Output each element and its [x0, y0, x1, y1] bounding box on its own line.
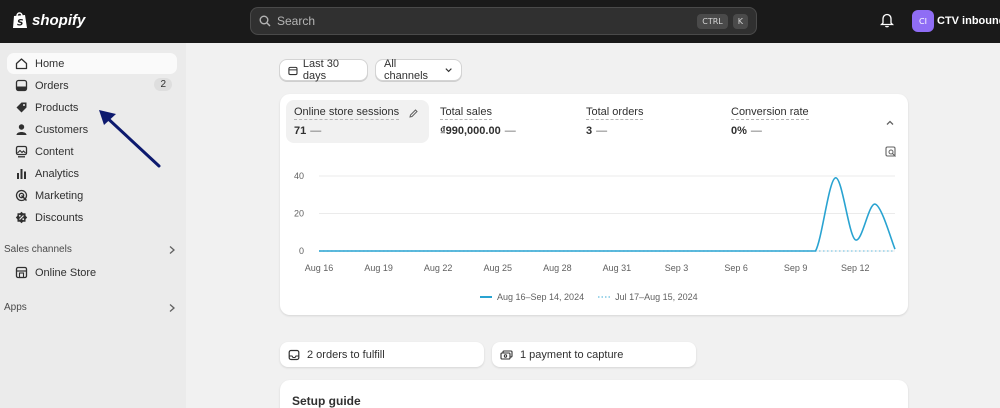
x-tick-label: Aug 28 — [543, 263, 572, 273]
sidebar-item-label: Discounts — [35, 211, 84, 224]
sidebar-item-label: Home — [35, 57, 65, 70]
home-icon — [15, 57, 28, 70]
chart-legend: Aug 16–Sep 14, 2024 Jul 17–Aug 15, 2024 — [480, 292, 698, 302]
chevron-right-icon — [169, 245, 175, 254]
shortcut-key-ctrl: CTRL — [697, 13, 728, 29]
search-icon — [259, 15, 271, 27]
bar-chart-icon — [15, 167, 28, 180]
orders-to-fulfill-button[interactable]: 2 orders to fulfill — [280, 342, 484, 367]
store-name[interactable]: CTV inbound — [937, 15, 1000, 27]
apps-section[interactable]: Apps — [4, 302, 176, 313]
discount-icon — [15, 211, 28, 224]
chevron-down-icon — [445, 68, 452, 73]
sales-channels-heading: Sales channels — [4, 244, 72, 255]
x-tick-label: Sep 6 — [724, 263, 748, 273]
sidebar-item-label: Customers — [35, 123, 89, 136]
notifications-bell-icon[interactable] — [879, 13, 895, 31]
date-range-label: Last 30 days — [302, 58, 339, 82]
analytics-card: Online store sessions 71— Total sales ₫9… — [280, 94, 908, 315]
sessions-line-chart: 40 20 0Aug 16 Aug 19 Aug 22 Aug 25 Aug 28 Aug 3… — [294, 171, 896, 273]
apps-heading: Apps — [4, 302, 27, 313]
x-tick-label: Aug 22 — [424, 263, 453, 273]
chevron-right-icon — [169, 303, 175, 312]
sidebar-item-marketing[interactable]: Marketing — [7, 185, 177, 206]
target-icon — [15, 189, 28, 202]
x-tick-label: Sep 9 — [784, 263, 808, 273]
sidebar-item-label: Online Store — [35, 266, 97, 279]
avatar[interactable]: CI — [912, 10, 934, 32]
search-input[interactable]: Search CTRL K — [250, 7, 757, 35]
top-bar: S shopify Search CTRL K CI CTV inbound — [0, 0, 1000, 43]
shopify-logo[interactable]: S shopify — [12, 11, 85, 29]
shortcut-key-k: K — [732, 13, 748, 29]
series-current-line — [319, 177, 896, 252]
legend-current: Aug 16–Sep 14, 2024 — [480, 292, 584, 302]
person-icon — [15, 123, 28, 136]
legend-previous: Jul 17–Aug 15, 2024 — [598, 292, 698, 302]
sidebar-item-label: Orders — [35, 79, 69, 92]
payment-label: 1 payment to capture — [520, 348, 624, 361]
store-icon — [15, 266, 28, 279]
sidebar-item-discounts[interactable]: Discounts — [7, 207, 177, 228]
payment-to-capture-button[interactable]: 1 payment to capture — [492, 342, 696, 367]
x-tick-label: Aug 31 — [603, 263, 632, 273]
sidebar-item-online-store[interactable]: Online Store — [7, 262, 177, 283]
sidebar-item-label: Products — [35, 101, 79, 114]
x-tick-label: Sep 12 — [841, 263, 870, 273]
sidebar-item-orders[interactable]: Orders 2 — [7, 75, 177, 96]
sales-channels-section[interactable]: Sales channels — [4, 244, 176, 255]
shopify-bag-icon: S — [13, 12, 27, 29]
y-tick-label: 0 — [299, 246, 304, 256]
legend-previous-label: Jul 17–Aug 15, 2024 — [615, 292, 698, 302]
inbox-icon — [288, 349, 300, 360]
setup-guide-title: Setup guide — [292, 394, 361, 408]
y-tick-label: 20 — [294, 209, 304, 219]
calendar-icon — [288, 66, 298, 75]
channels-dropdown[interactable]: All channels — [375, 58, 462, 82]
sidebar-item-label: Analytics — [35, 167, 80, 180]
tag-icon — [15, 101, 28, 114]
date-range-button[interactable]: Last 30 days — [279, 58, 368, 82]
y-tick-label: 40 — [294, 171, 304, 181]
sidebar-item-label: Marketing — [35, 189, 84, 202]
x-tick-label: Aug 16 — [305, 263, 334, 273]
svg-text:S: S — [17, 19, 23, 29]
search-placeholder: Search — [277, 14, 316, 28]
setup-guide-card: Setup guide — [280, 380, 908, 408]
channels-label: All channels — [384, 58, 429, 82]
sidebar-item-home[interactable]: Home — [7, 53, 177, 74]
brand-name: shopify — [32, 11, 86, 29]
x-tick-label: Aug 25 — [483, 263, 512, 273]
annotation-arrow-icon — [99, 110, 161, 168]
x-tick-label: Aug 19 — [364, 263, 393, 273]
legend-current-label: Aug 16–Sep 14, 2024 — [497, 292, 585, 302]
orders-icon — [15, 79, 28, 92]
sidebar-item-label: Content — [35, 145, 74, 158]
content-icon — [15, 145, 28, 158]
orders-count-badge: 2 — [154, 78, 172, 91]
cash-icon — [500, 349, 513, 360]
fulfill-label: 2 orders to fulfill — [307, 348, 385, 361]
x-tick-label: Sep 3 — [665, 263, 689, 273]
